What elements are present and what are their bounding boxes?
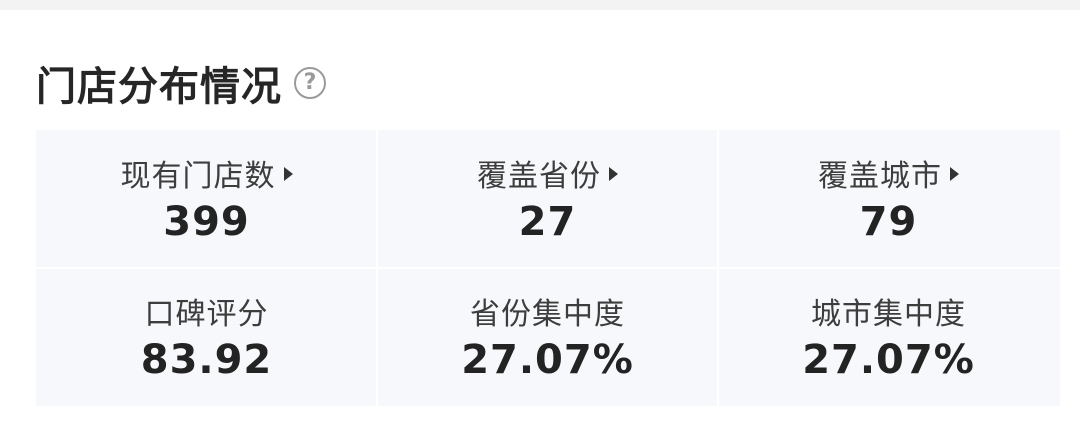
section-title: 门店分布情况 bbox=[36, 64, 282, 110]
stat-label-row: 省份集中度 bbox=[470, 291, 625, 332]
stat-value: 27.07% bbox=[461, 337, 634, 383]
stat-label: 现有门店数 bbox=[120, 159, 276, 194]
caret-right-icon bbox=[609, 167, 618, 181]
stat-rating-score: 口碑评分 83.92 bbox=[36, 268, 377, 406]
stat-label-row: 口碑评分 bbox=[144, 291, 269, 332]
stat-label: 覆盖省份 bbox=[477, 159, 601, 194]
stat-city-concentration: 城市集中度 27.07% bbox=[718, 268, 1059, 406]
stat-province-concentration: 省份集中度 27.07% bbox=[377, 268, 718, 406]
caret-right-icon bbox=[283, 167, 293, 181]
stat-label-row: 现有门店数 bbox=[120, 153, 293, 194]
grid-divider bbox=[36, 267, 1060, 269]
stat-value: 27.07% bbox=[802, 337, 975, 383]
caret-right-icon bbox=[950, 167, 959, 181]
question-circle-icon[interactable]: ? bbox=[294, 67, 326, 99]
stat-label-row: 城市集中度 bbox=[811, 291, 966, 332]
stat-label: 口碑评分 bbox=[144, 297, 269, 332]
stat-provinces-covered[interactable]: 覆盖省份 27 bbox=[377, 130, 718, 268]
stat-value: 79 bbox=[859, 199, 918, 245]
section-header: 门店分布情况 ? bbox=[36, 50, 326, 116]
stat-label-row: 覆盖城市 bbox=[818, 153, 959, 194]
stat-store-count[interactable]: 现有门店数 399 bbox=[36, 130, 377, 268]
stat-value: 399 bbox=[163, 199, 250, 245]
stat-label: 城市集中度 bbox=[811, 297, 966, 332]
stat-cities-covered[interactable]: 覆盖城市 79 bbox=[718, 130, 1059, 268]
stat-label: 覆盖城市 bbox=[818, 159, 942, 194]
stat-label-row: 覆盖省份 bbox=[477, 153, 618, 194]
stat-label: 省份集中度 bbox=[470, 297, 625, 332]
top-strip bbox=[0, 0, 1080, 10]
stats-grid: 现有门店数 399 覆盖省份 27 覆盖城市 79 口碑评分 83.92 省份集… bbox=[36, 130, 1060, 406]
stat-value: 27 bbox=[518, 199, 577, 245]
stat-value: 83.92 bbox=[140, 337, 273, 383]
